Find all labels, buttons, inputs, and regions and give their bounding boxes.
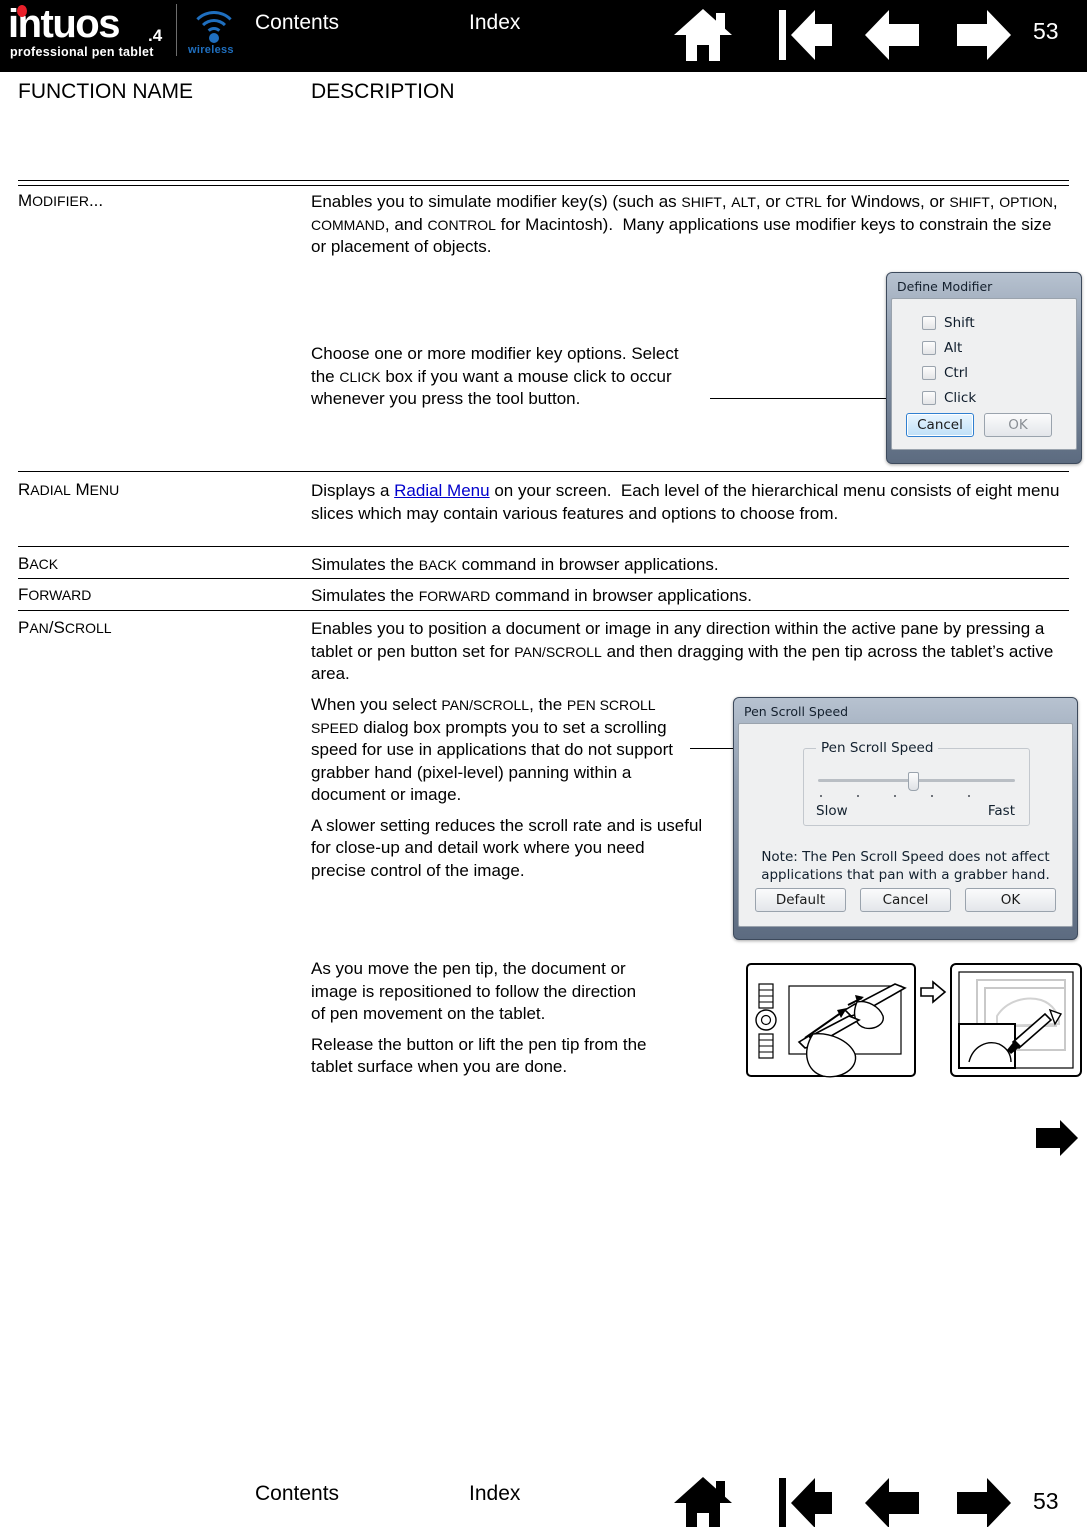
checkbox-shift[interactable]: Shift	[922, 315, 1076, 331]
intuos-logo: intuos .4 professional pen tablet	[8, 4, 173, 60]
modifier-note-text: Choose one or more modifier key options.…	[311, 344, 679, 408]
slider-tick-1	[820, 795, 822, 797]
define-modifier-cancel-button[interactable]: Cancel	[906, 413, 974, 437]
row-label-radial-menu: RADIAL MENU	[18, 480, 120, 499]
row-desc-forward: Simulates the FORWARD command in browser…	[311, 586, 753, 605]
row-desc-modifier: Enables you to simulate modifier key(s) …	[311, 192, 1058, 256]
wireless-badge: wireless	[184, 4, 248, 60]
brand-tagline: professional pen tablet	[10, 45, 154, 59]
row-desc-panscroll: Enables you to position a document or im…	[311, 619, 1054, 683]
slider-tick-4	[931, 795, 933, 797]
header-rule-lower	[18, 185, 1069, 186]
slider-tick-5	[968, 795, 970, 797]
row-label-modifier: MODIFIER...	[18, 191, 104, 210]
checkbox-box-shift[interactable]	[922, 316, 936, 330]
slider-label-slow: Slow	[816, 803, 848, 819]
row-desc-radial-menu: Displays a Radial Menu on your screen. E…	[311, 481, 1060, 523]
home-icon[interactable]	[672, 7, 734, 65]
footer-contents-link[interactable]: Contents	[255, 1482, 339, 1506]
rule-above-forward	[18, 578, 1069, 579]
logo-divider	[176, 4, 177, 56]
header-index-link[interactable]: Index	[469, 11, 520, 35]
panscroll-note-4: Release the button or lift the pen tip f…	[311, 1034, 647, 1077]
footer-previous-page-icon[interactable]	[862, 1475, 924, 1527]
define-modifier-body: Shift Alt Ctrl Click Cancel OK	[891, 298, 1077, 450]
column-header-function-name: FUNCTION NAME	[18, 80, 193, 103]
pen-scroll-default-button[interactable]: Default	[755, 888, 846, 912]
checkbox-label-shift: Shift	[944, 315, 975, 331]
next-page-icon[interactable]	[952, 7, 1014, 65]
pen-scroll-speed-dialog: Pen Scroll Speed Pen Scroll Speed Slow F…	[733, 697, 1078, 940]
panscroll-note-2: A slower setting reduces the scroll rate…	[311, 815, 703, 880]
footer-index-link[interactable]: Index	[469, 1482, 520, 1506]
speed-slider-thumb[interactable]	[907, 772, 919, 791]
checkbox-alt[interactable]: Alt	[922, 340, 1076, 356]
checkbox-box-ctrl[interactable]	[922, 366, 936, 380]
panscroll-note-3: As you move the pen tip, the document or…	[311, 959, 637, 1023]
rule-above-panscroll	[18, 610, 1069, 611]
footer-first-page-icon[interactable]	[775, 1475, 837, 1527]
first-page-icon[interactable]	[775, 7, 837, 65]
row-label-panscroll: PAN/SCROLL	[18, 618, 112, 637]
table-header-row: FUNCTION NAME DESCRIPTION	[18, 80, 1069, 114]
row-desc-back: Simulates the BACK command in browser ap…	[311, 555, 719, 574]
page-footer: Contents Index 53	[0, 1455, 1087, 1527]
header-rule-upper	[18, 180, 1069, 181]
slider-label-fast: Fast	[987, 803, 1015, 819]
wireless-label: wireless	[188, 44, 234, 56]
pen-scroll-speed-group: Pen Scroll Speed Slow Fast	[803, 740, 1030, 826]
pen-scroll-speed-group-title: Pen Scroll Speed	[816, 740, 939, 756]
footer-home-icon[interactable]	[672, 1475, 734, 1527]
panscroll-note-1: When you select PAN/SCROLL, the PEN SCRO…	[311, 695, 673, 804]
checkbox-click[interactable]: Click	[922, 390, 1076, 406]
brand-version: .4	[148, 26, 163, 45]
page-root: intuos .4 professional pen tablet wirele…	[0, 0, 1087, 1527]
define-modifier-ok-button[interactable]: OK	[984, 413, 1052, 437]
pen-scroll-ok-button[interactable]: OK	[965, 888, 1056, 912]
pen-scroll-cancel-button[interactable]: Cancel	[860, 888, 951, 912]
pen-pan-scroll-illustration	[746, 963, 1082, 1078]
checkbox-box-click[interactable]	[922, 391, 936, 405]
panscroll-note-block-1: When you select PAN/SCROLL, the PEN SCRO…	[311, 694, 703, 882]
page-header: intuos .4 professional pen tablet wirele…	[0, 0, 1087, 72]
pen-scroll-speed-title: Pen Scroll Speed	[744, 704, 849, 719]
column-header-description: DESCRIPTION	[311, 80, 455, 103]
previous-page-icon[interactable]	[862, 7, 924, 65]
slider-tick-3	[894, 795, 896, 797]
footer-page-number: 53	[1033, 1488, 1059, 1514]
checkbox-box-alt[interactable]	[922, 341, 936, 355]
pen-scroll-speed-note: Note: The Pen Scroll Speed does not affe…	[761, 849, 1050, 883]
header-contents-link[interactable]: Contents	[255, 11, 339, 35]
define-modifier-title: Define Modifier	[897, 279, 993, 294]
slider-tick-2	[857, 795, 859, 797]
brand-dot-icon	[17, 5, 27, 17]
checkbox-label-ctrl: Ctrl	[944, 365, 969, 381]
checkbox-ctrl[interactable]: Ctrl	[922, 365, 1076, 381]
checkbox-label-alt: Alt	[944, 340, 963, 356]
panscroll-note-block-2: As you move the pen tip, the document or…	[311, 958, 651, 1079]
wifi-icon-dot	[209, 33, 219, 43]
leader-line-modifier	[710, 398, 890, 399]
row-label-forward: FORWARD	[18, 585, 92, 604]
footer-next-page-icon[interactable]	[952, 1475, 1014, 1527]
checkbox-label-click: Click	[944, 390, 977, 406]
row-label-back: BACK	[18, 554, 59, 573]
header-page-number: 53	[1033, 18, 1059, 44]
pen-scroll-speed-body: Pen Scroll Speed Slow Fast Note: The Pen…	[738, 723, 1073, 927]
define-modifier-dialog: Define Modifier Shift Alt Ctrl Click Can…	[886, 272, 1082, 464]
rule-above-radial-menu	[18, 471, 1069, 472]
rule-above-back	[18, 546, 1069, 547]
next-section-arrow-icon[interactable]	[1032, 1117, 1080, 1159]
